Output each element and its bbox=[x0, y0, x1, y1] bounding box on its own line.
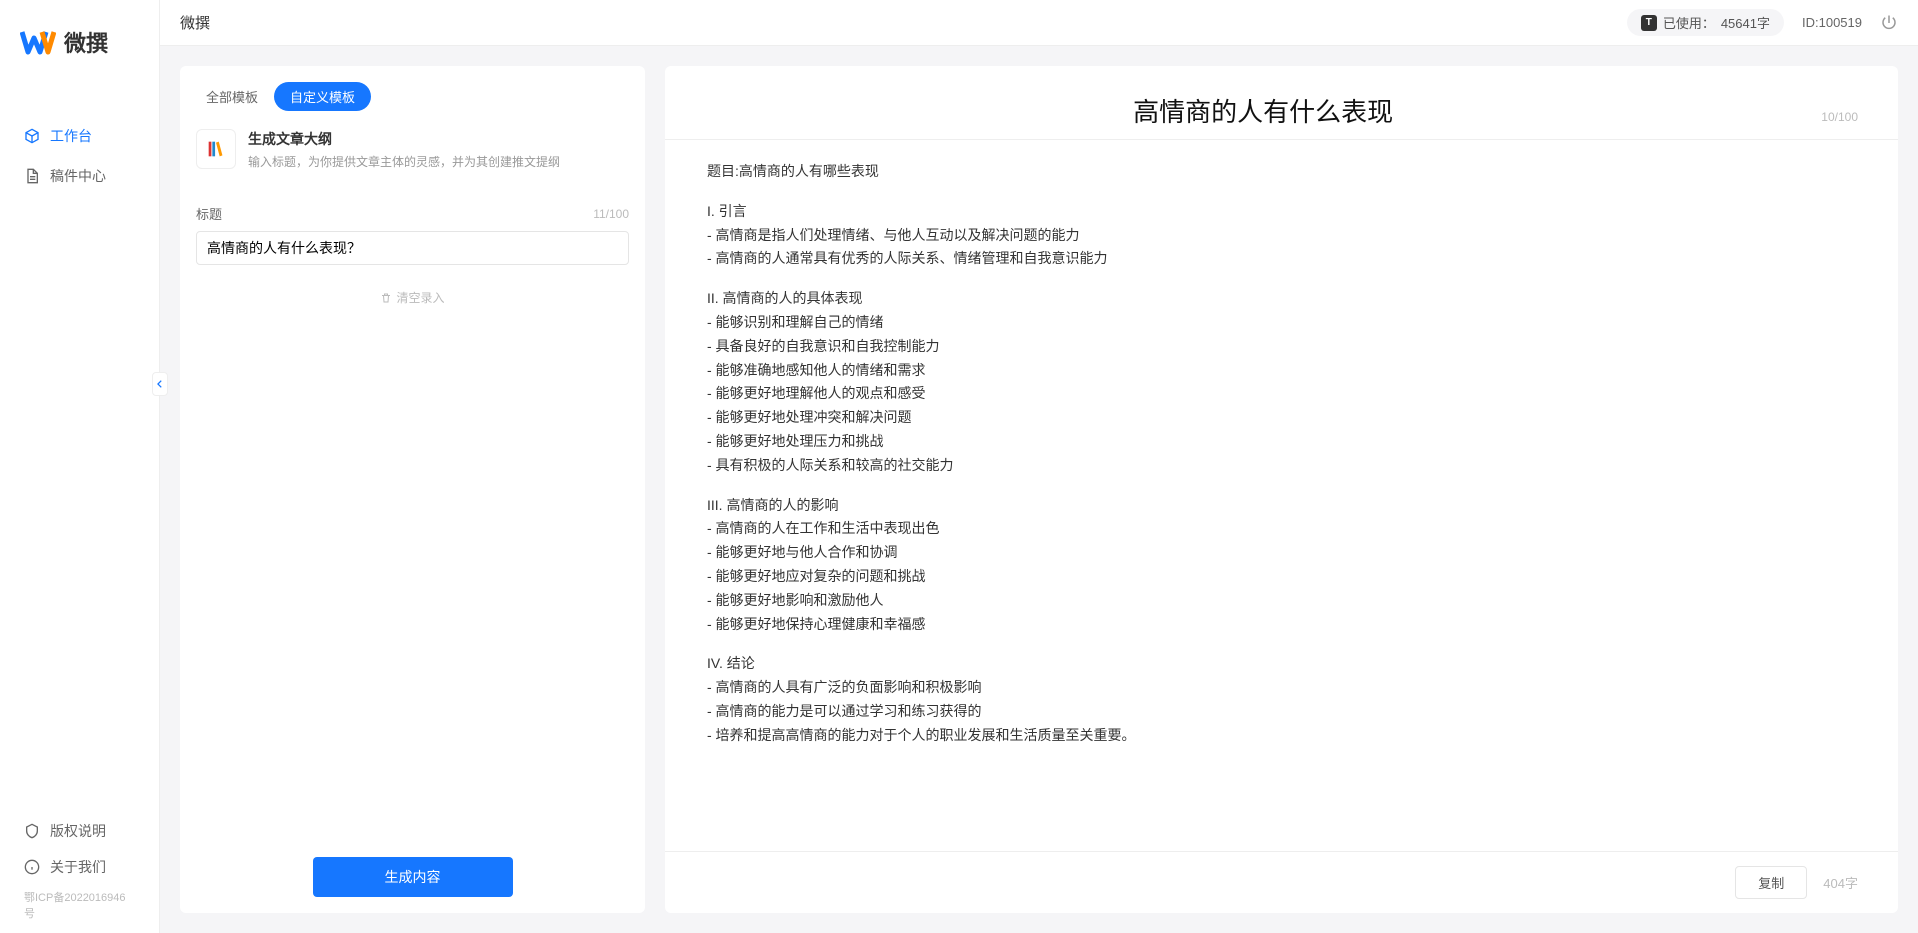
template-tabs: 全部模板 自定义模板 bbox=[180, 66, 645, 125]
cube-icon bbox=[24, 128, 40, 144]
nav-item-label: 版权说明 bbox=[50, 821, 106, 841]
logo-text: 微撰 bbox=[64, 26, 108, 58]
books-icon bbox=[196, 129, 236, 169]
tab-all-templates[interactable]: 全部模板 bbox=[190, 82, 274, 111]
output-title: 高情商的人有什么表现 bbox=[705, 92, 1821, 129]
tab-custom-templates[interactable]: 自定义模板 bbox=[274, 82, 371, 111]
output-paragraph: I. 引言 - 高情商是指人们处理情绪、与他人互动以及解决问题的能力 - 高情商… bbox=[707, 200, 1856, 271]
output-char-count: 404字 bbox=[1823, 873, 1858, 892]
nav-item-label: 工作台 bbox=[50, 126, 92, 146]
clear-input-button[interactable]: 清空录入 bbox=[196, 265, 629, 330]
panel-output: 高情商的人有什么表现 10/100 题目:高情商的人有哪些表现 I. 引言 - 高… bbox=[665, 66, 1898, 913]
document-icon bbox=[24, 168, 40, 184]
nav-item-label: 关于我们 bbox=[50, 857, 106, 877]
output-title-count: 10/100 bbox=[1821, 110, 1858, 124]
nav-main: 工作台 稿件中心 bbox=[0, 76, 159, 813]
usage-value: 45641字 bbox=[1721, 13, 1770, 32]
sidebar-collapse-button[interactable] bbox=[152, 372, 168, 396]
topbar: 微撰 T 已使用： 45641字 ID:100519 bbox=[160, 0, 1918, 46]
nav-item-drafts[interactable]: 稿件中心 bbox=[0, 156, 159, 196]
t-badge-icon: T bbox=[1641, 15, 1657, 31]
nav-item-workspace[interactable]: 工作台 bbox=[0, 116, 159, 156]
sidebar: 微撰 工作台 稿件中心 版权说明 bbox=[0, 0, 160, 933]
nav-item-copyright[interactable]: 版权说明 bbox=[0, 813, 159, 849]
output-body[interactable]: 题目:高情商的人有哪些表现 I. 引言 - 高情商是指人们处理情绪、与他人互动以及… bbox=[665, 140, 1898, 851]
usage-pill[interactable]: T 已使用： 45641字 bbox=[1627, 9, 1784, 36]
field-label-title: 标题 11/100 bbox=[196, 204, 629, 223]
output-header: 高情商的人有什么表现 10/100 bbox=[665, 66, 1898, 140]
output-paragraph: II. 高情商的人的具体表现 - 能够识别和理解自己的情绪 - 具备良好的自我意… bbox=[707, 287, 1856, 477]
nav-item-about[interactable]: 关于我们 bbox=[0, 849, 159, 885]
template-title: 生成文章大纲 bbox=[248, 129, 560, 149]
page-title: 微撰 bbox=[180, 12, 210, 33]
shield-icon bbox=[24, 823, 40, 839]
output-paragraph: IV. 结论 - 高情商的人具有广泛的负面影响和积极影响 - 高情商的能力是可以… bbox=[707, 652, 1856, 747]
template-info: 生成文章大纲 输入标题，为你提供文章主体的灵感，并为其创建推文提纲 bbox=[180, 125, 645, 186]
template-desc: 输入标题，为你提供文章主体的灵感，并为其创建推文提纲 bbox=[248, 153, 560, 170]
nav-footer: 版权说明 关于我们 鄂ICP备2022016946号 bbox=[0, 813, 159, 933]
output-paragraph: III. 高情商的人的影响 - 高情商的人在工作和生活中表现出色 - 能够更好地… bbox=[707, 494, 1856, 637]
logo: 微撰 bbox=[0, 0, 159, 76]
power-button[interactable] bbox=[1880, 14, 1898, 32]
generate-button[interactable]: 生成内容 bbox=[313, 857, 513, 897]
power-icon bbox=[1880, 14, 1898, 32]
output-footer: 复制 404字 bbox=[665, 851, 1898, 913]
user-id: ID:100519 bbox=[1802, 15, 1862, 30]
trash-icon bbox=[380, 292, 392, 304]
output-paragraph: 题目:高情商的人有哪些表现 bbox=[707, 160, 1856, 184]
title-char-count: 11/100 bbox=[593, 207, 629, 221]
info-icon bbox=[24, 859, 40, 875]
panel-input: 全部模板 自定义模板 生成文章大纲 输入标题，为你提供文章主体的灵感，并为其创建… bbox=[180, 66, 645, 913]
nav-item-label: 稿件中心 bbox=[50, 166, 106, 186]
usage-label: 已使用： bbox=[1663, 13, 1715, 32]
copy-button[interactable]: 复制 bbox=[1735, 866, 1807, 899]
title-input[interactable] bbox=[196, 231, 629, 265]
icp-text: 鄂ICP备2022016946号 bbox=[0, 885, 159, 929]
chevron-left-icon bbox=[155, 379, 165, 389]
logo-icon bbox=[20, 24, 56, 60]
